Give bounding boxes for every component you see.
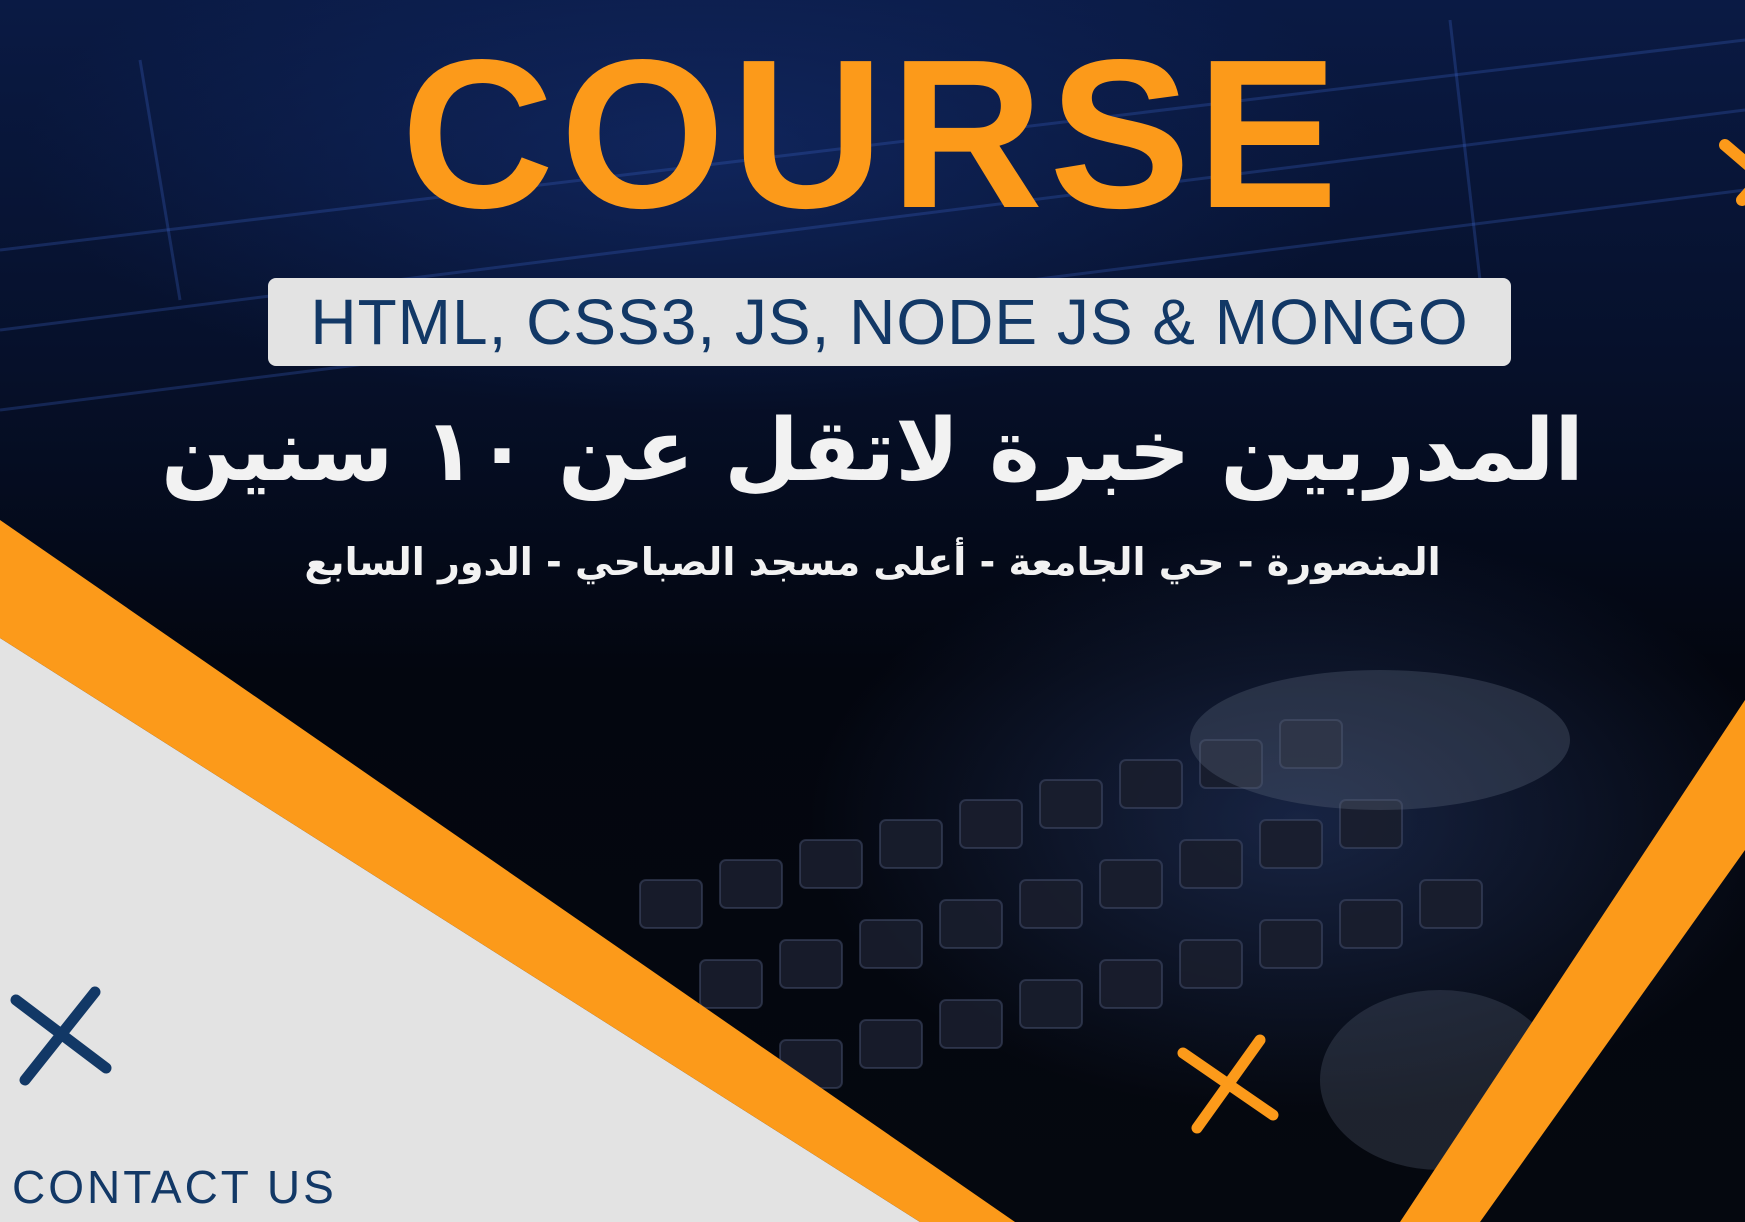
orange-band-right: [1400, 700, 1745, 1222]
tech-stack-banner: HTML, CSS3, JS, NODE JS & MONGO: [268, 278, 1511, 366]
course-title: COURSE: [400, 15, 1344, 252]
contact-us-label: CONTACT US: [12, 1161, 337, 1213]
address-text: المنصورة - حي الجامعة - أعلى مسجد الصباح…: [304, 540, 1441, 584]
course-poster: COURSE HTML, CSS3, JS, NODE JS & MONGO ا…: [0, 0, 1745, 1222]
tech-stack-text: HTML, CSS3, JS, NODE JS & MONGO: [310, 286, 1469, 358]
trainers-experience-headline: المدربين خبرة لاتقل عن ١٠ سنين: [161, 401, 1584, 501]
cross-decoration-icon: [1177, 1034, 1279, 1134]
